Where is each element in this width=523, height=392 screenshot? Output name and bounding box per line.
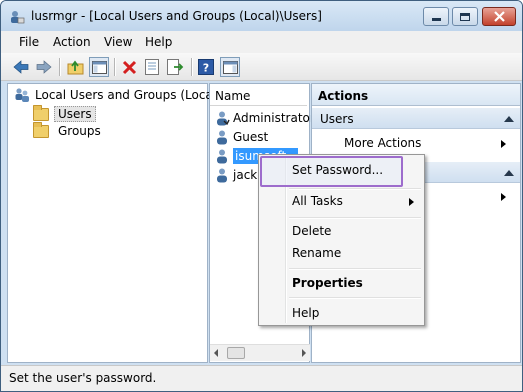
- list-item-label: jack: [233, 168, 258, 182]
- forward-arrow-icon: [36, 60, 52, 74]
- tree-item-users[interactable]: Users: [33, 104, 96, 122]
- tree-item-groups[interactable]: Groups: [33, 121, 101, 138]
- scroll-thumb[interactable]: [227, 347, 245, 359]
- submenu-arrow-icon: [409, 198, 414, 206]
- submenu-arrow-icon: [501, 193, 506, 201]
- collapse-icon: [504, 116, 514, 122]
- list-item-label: Guest: [233, 130, 269, 144]
- actions-section-users-label: Users: [320, 112, 354, 126]
- export-list-button[interactable]: [165, 57, 185, 77]
- close-button[interactable]: [482, 7, 516, 26]
- show-hide-console-tree-button[interactable]: [89, 57, 109, 77]
- status-bar: Set the user's password.: [1, 365, 522, 391]
- show-hide-action-pane-icon: [222, 60, 238, 74]
- list-item[interactable]: Administrator: [214, 110, 315, 126]
- scroll-left-arrow-icon: [214, 349, 218, 357]
- show-hide-console-tree-icon: [91, 60, 107, 74]
- tree-item-users-label: Users: [54, 106, 96, 122]
- user-icon: [217, 111, 230, 126]
- folder-icon: [33, 104, 49, 121]
- column-header-name[interactable]: Name: [210, 84, 307, 106]
- menu-view[interactable]: View: [104, 35, 132, 49]
- list-item[interactable]: Guest: [214, 129, 268, 145]
- forward-button[interactable]: [34, 57, 54, 77]
- delete-button[interactable]: [119, 57, 139, 77]
- svg-text:?: ?: [203, 62, 209, 75]
- maximize-button[interactable]: [452, 7, 478, 26]
- folder-icon: [33, 121, 49, 138]
- back-arrow-icon: [13, 60, 29, 74]
- menu-bar: File Action View Help: [1, 31, 522, 53]
- tree-root-label: Local Users and Groups (Local): [35, 88, 221, 102]
- menu-action[interactable]: Action: [53, 35, 91, 49]
- menu-item-set-password-label[interactable]: Set Password...: [292, 163, 383, 177]
- up-folder-icon: [67, 60, 83, 74]
- export-list-icon: [166, 59, 183, 75]
- actions-header: Actions: [312, 84, 520, 106]
- up-one-level-button[interactable]: [65, 57, 85, 77]
- maximize-icon: [460, 12, 470, 21]
- menu-item-help[interactable]: Help: [292, 306, 319, 320]
- help-icon: ?: [198, 59, 214, 75]
- tree-item-groups-label: Groups: [58, 124, 101, 138]
- toolbar: ?: [1, 53, 522, 81]
- menu-item-rename[interactable]: Rename: [292, 246, 341, 260]
- users-group-icon: [15, 88, 29, 102]
- more-actions-link[interactable]: More Actions: [344, 136, 421, 150]
- scroll-right-arrow-icon: [302, 349, 306, 357]
- status-text: Set the user's password.: [9, 371, 157, 385]
- close-icon: [493, 11, 505, 22]
- actions-section-users[interactable]: Users: [312, 108, 520, 129]
- delete-icon: [122, 60, 136, 74]
- user-icon: [217, 168, 227, 183]
- menu-help[interactable]: Help: [145, 35, 172, 49]
- window-title: lusrmgr - [Local Users and Groups (Local…: [31, 9, 322, 23]
- list-item-label: Administrator: [233, 111, 315, 125]
- menu-file[interactable]: File: [19, 35, 39, 49]
- submenu-arrow-icon: [501, 140, 506, 148]
- minimize-button[interactable]: [423, 7, 449, 26]
- minimize-icon: [431, 18, 441, 21]
- menu-item-properties[interactable]: Properties: [292, 276, 363, 290]
- user-icon: [217, 130, 227, 145]
- console-tree-pane: Local Users and Groups (Local) Users Gro…: [7, 83, 221, 363]
- user-icon: [217, 149, 227, 164]
- horizontal-scrollbar[interactable]: [210, 344, 310, 361]
- menu-item-delete[interactable]: Delete: [292, 224, 331, 238]
- help-button[interactable]: ?: [196, 57, 216, 77]
- show-hide-action-pane-button[interactable]: [220, 57, 240, 77]
- lusrmgr-app-icon: [11, 11, 25, 24]
- properties-button[interactable]: [142, 57, 162, 77]
- collapse-icon: [504, 170, 514, 176]
- list-item[interactable]: jack: [214, 167, 257, 183]
- title-bar[interactable]: lusrmgr - [Local Users and Groups (Local…: [1, 1, 522, 31]
- menu-item-all-tasks[interactable]: All Tasks: [292, 194, 343, 208]
- properties-icon: [145, 59, 159, 75]
- tree-root-item[interactable]: Local Users and Groups (Local): [14, 87, 221, 103]
- back-button[interactable]: [11, 57, 31, 77]
